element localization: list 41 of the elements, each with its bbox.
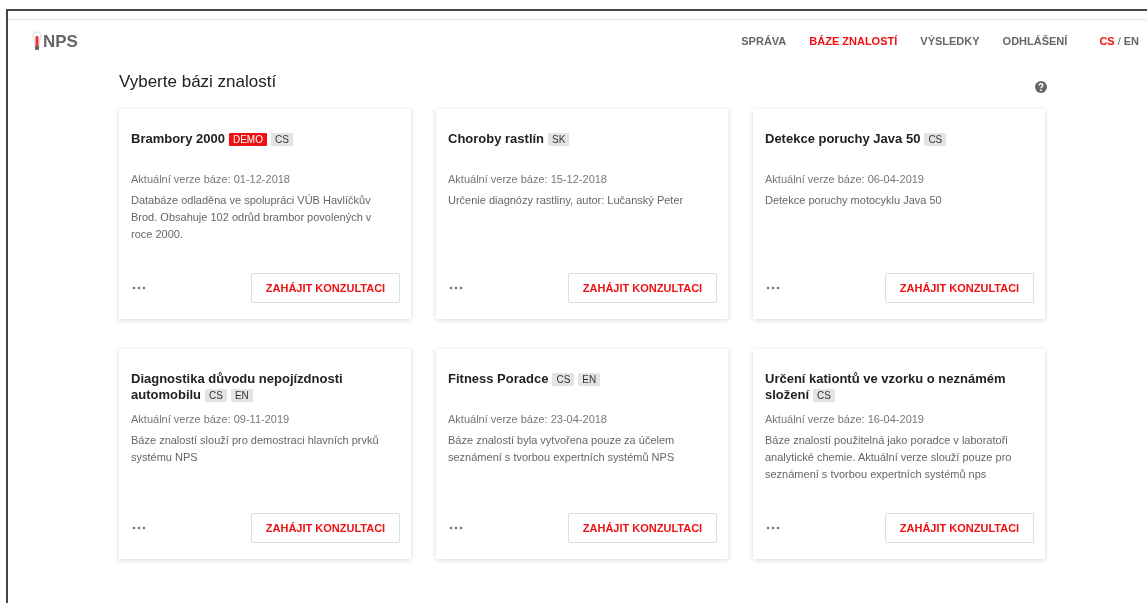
language-separator: / bbox=[1117, 35, 1121, 47]
version-text: Aktuální verze báze: 23-04-2018 bbox=[448, 413, 608, 425]
description-text: Detekce poruchy motocyklu Java 50 bbox=[765, 193, 943, 208]
more-icon[interactable] bbox=[766, 286, 780, 290]
version-text: Aktuální verze báze: 16-04-2019 bbox=[765, 413, 925, 425]
more-icon[interactable] bbox=[449, 286, 463, 290]
more-icon[interactable] bbox=[449, 526, 463, 530]
language-link[interactable]: CS bbox=[1099, 35, 1115, 47]
card-title: Fitness Poradce CS EN bbox=[448, 371, 716, 388]
card-title: Detekce poruchy Java 50 CS bbox=[765, 131, 1033, 148]
version-text: Aktuální verze báze: 15-12-2018 bbox=[448, 173, 608, 185]
start-consultation-button[interactable]: ZAHÁJIT KONZULTACI bbox=[885, 273, 1034, 303]
nav-link[interactable]: SPRÁVA bbox=[741, 35, 787, 47]
more-icon[interactable] bbox=[132, 286, 146, 290]
description-text: Určenie diagnózy rastliny, autor: Lučanský Peter bbox=[448, 193, 685, 208]
version-text: Aktuální verze báze: 01-12-2018 bbox=[131, 173, 291, 185]
start-consultation-button[interactable]: ZAHÁJIT KONZULTACI bbox=[568, 513, 717, 543]
card-title: Určení kationtů ve vzorku o neznámém složení CS bbox=[765, 371, 1007, 404]
nav-link[interactable]: VÝSLEDKY bbox=[920, 35, 980, 47]
card-title: Choroby rastlín SK bbox=[448, 131, 716, 148]
card-title: Diagnostika důvodu nepojízdnosti automobilu CS EN bbox=[131, 371, 344, 404]
start-consultation-button[interactable]: ZAHÁJIT KONZULTACI bbox=[251, 273, 400, 303]
more-icon[interactable] bbox=[132, 526, 146, 530]
logo-text[interactable]: NPS bbox=[43, 33, 78, 51]
nav-link[interactable]: ODHLÁŠENÍ bbox=[1002, 35, 1068, 47]
language-link[interactable]: EN bbox=[1123, 35, 1139, 47]
start-consultation-button[interactable]: ZAHÁJIT KONZULTACI bbox=[885, 513, 1034, 543]
description-text: Databáze odladěna ve spolupráci VÚB Havlíčkův Brod. Obsahuje 102 odrůd brambor povolených v roce 2000. bbox=[131, 193, 373, 242]
card-title: Brambory 2000 DEMO CS bbox=[131, 131, 399, 148]
start-consultation-button[interactable]: ZAHÁJIT KONZULTACI bbox=[251, 513, 400, 543]
nav-link[interactable]: BÁZE ZNALOSTÍ bbox=[809, 35, 898, 47]
bulb-icon bbox=[32, 31, 42, 51]
more-icon[interactable] bbox=[766, 526, 780, 530]
description-text: Báze znalostí použitelná jako poradce v laboratoři analytické chemie. Aktuální verze slouží pouze pro seznámení s tvorbou expertních systémů nps bbox=[765, 433, 1013, 482]
description-text: Báze znalostí slouží pro demostraci hlavních prvků systému NPS bbox=[131, 433, 380, 465]
help-icon[interactable] bbox=[1035, 81, 1047, 93]
page-title: Vyberte bázi znalostí bbox=[119, 72, 277, 92]
version-text: Aktuální verze báze: 09-11-2019 bbox=[131, 413, 291, 425]
version-text: Aktuální verze báze: 06-04-2019 bbox=[765, 173, 925, 185]
description-text: Báze znalostí byla vytvořena pouze za účelem seznámení s tvorbou expertních systémů NPS bbox=[448, 433, 676, 465]
start-consultation-button[interactable]: ZAHÁJIT KONZULTACI bbox=[568, 273, 717, 303]
